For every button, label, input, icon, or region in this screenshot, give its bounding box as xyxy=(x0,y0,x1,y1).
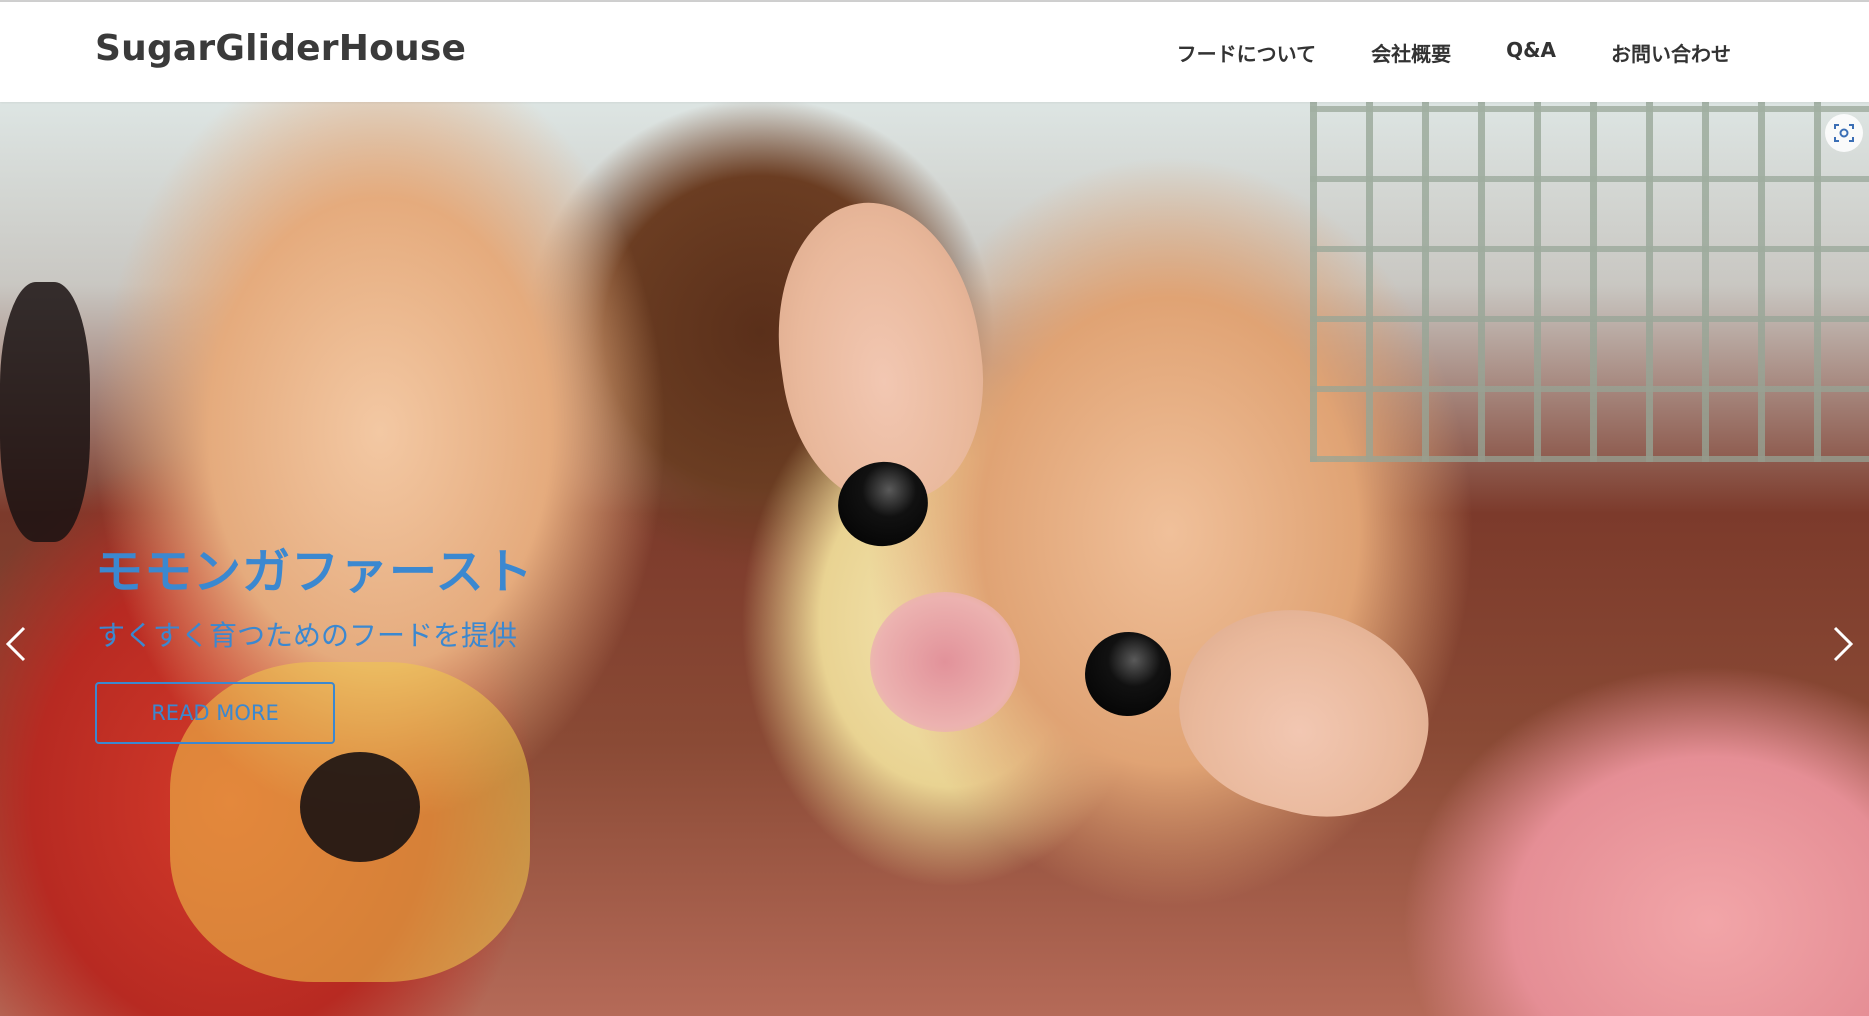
glider-nose xyxy=(870,592,1020,732)
nav-item-qa[interactable]: Q&A xyxy=(1506,38,1556,67)
glider-eye-right xyxy=(1078,625,1178,723)
image-search-icon[interactable] xyxy=(1825,114,1863,152)
carousel-prev-button[interactable] xyxy=(0,614,40,674)
carousel-next-button[interactable] xyxy=(1819,614,1859,674)
site-logo[interactable]: SugarGliderHouse xyxy=(95,28,466,69)
site-header: SugarGliderHouse フードについて 会社概要 Q&A お問い合わせ xyxy=(0,2,1869,102)
glider-ear-right xyxy=(1158,583,1452,841)
hero-subtitle: すくすく育つためのフードを提供 xyxy=(97,619,518,652)
chevron-right-icon xyxy=(1833,626,1854,662)
hero-carousel: モモンガファースト すくすく育つためのフードを提供 READ MORE xyxy=(0,102,1869,1016)
nav-item-company[interactable]: 会社概要 xyxy=(1371,38,1451,67)
hero-title: モモンガファースト xyxy=(95,544,534,600)
chevron-left-icon xyxy=(5,626,26,662)
read-more-button[interactable]: READ MORE xyxy=(95,682,335,744)
main-nav: フードについて 会社概要 Q&A お問い合わせ xyxy=(1177,38,1731,67)
fabric-flower-left xyxy=(0,282,90,542)
nav-item-food[interactable]: フードについて xyxy=(1177,38,1316,67)
nav-item-contact[interactable]: お問い合わせ xyxy=(1611,38,1731,67)
cage-bars xyxy=(1310,102,1869,462)
fabric-flower xyxy=(300,752,420,862)
